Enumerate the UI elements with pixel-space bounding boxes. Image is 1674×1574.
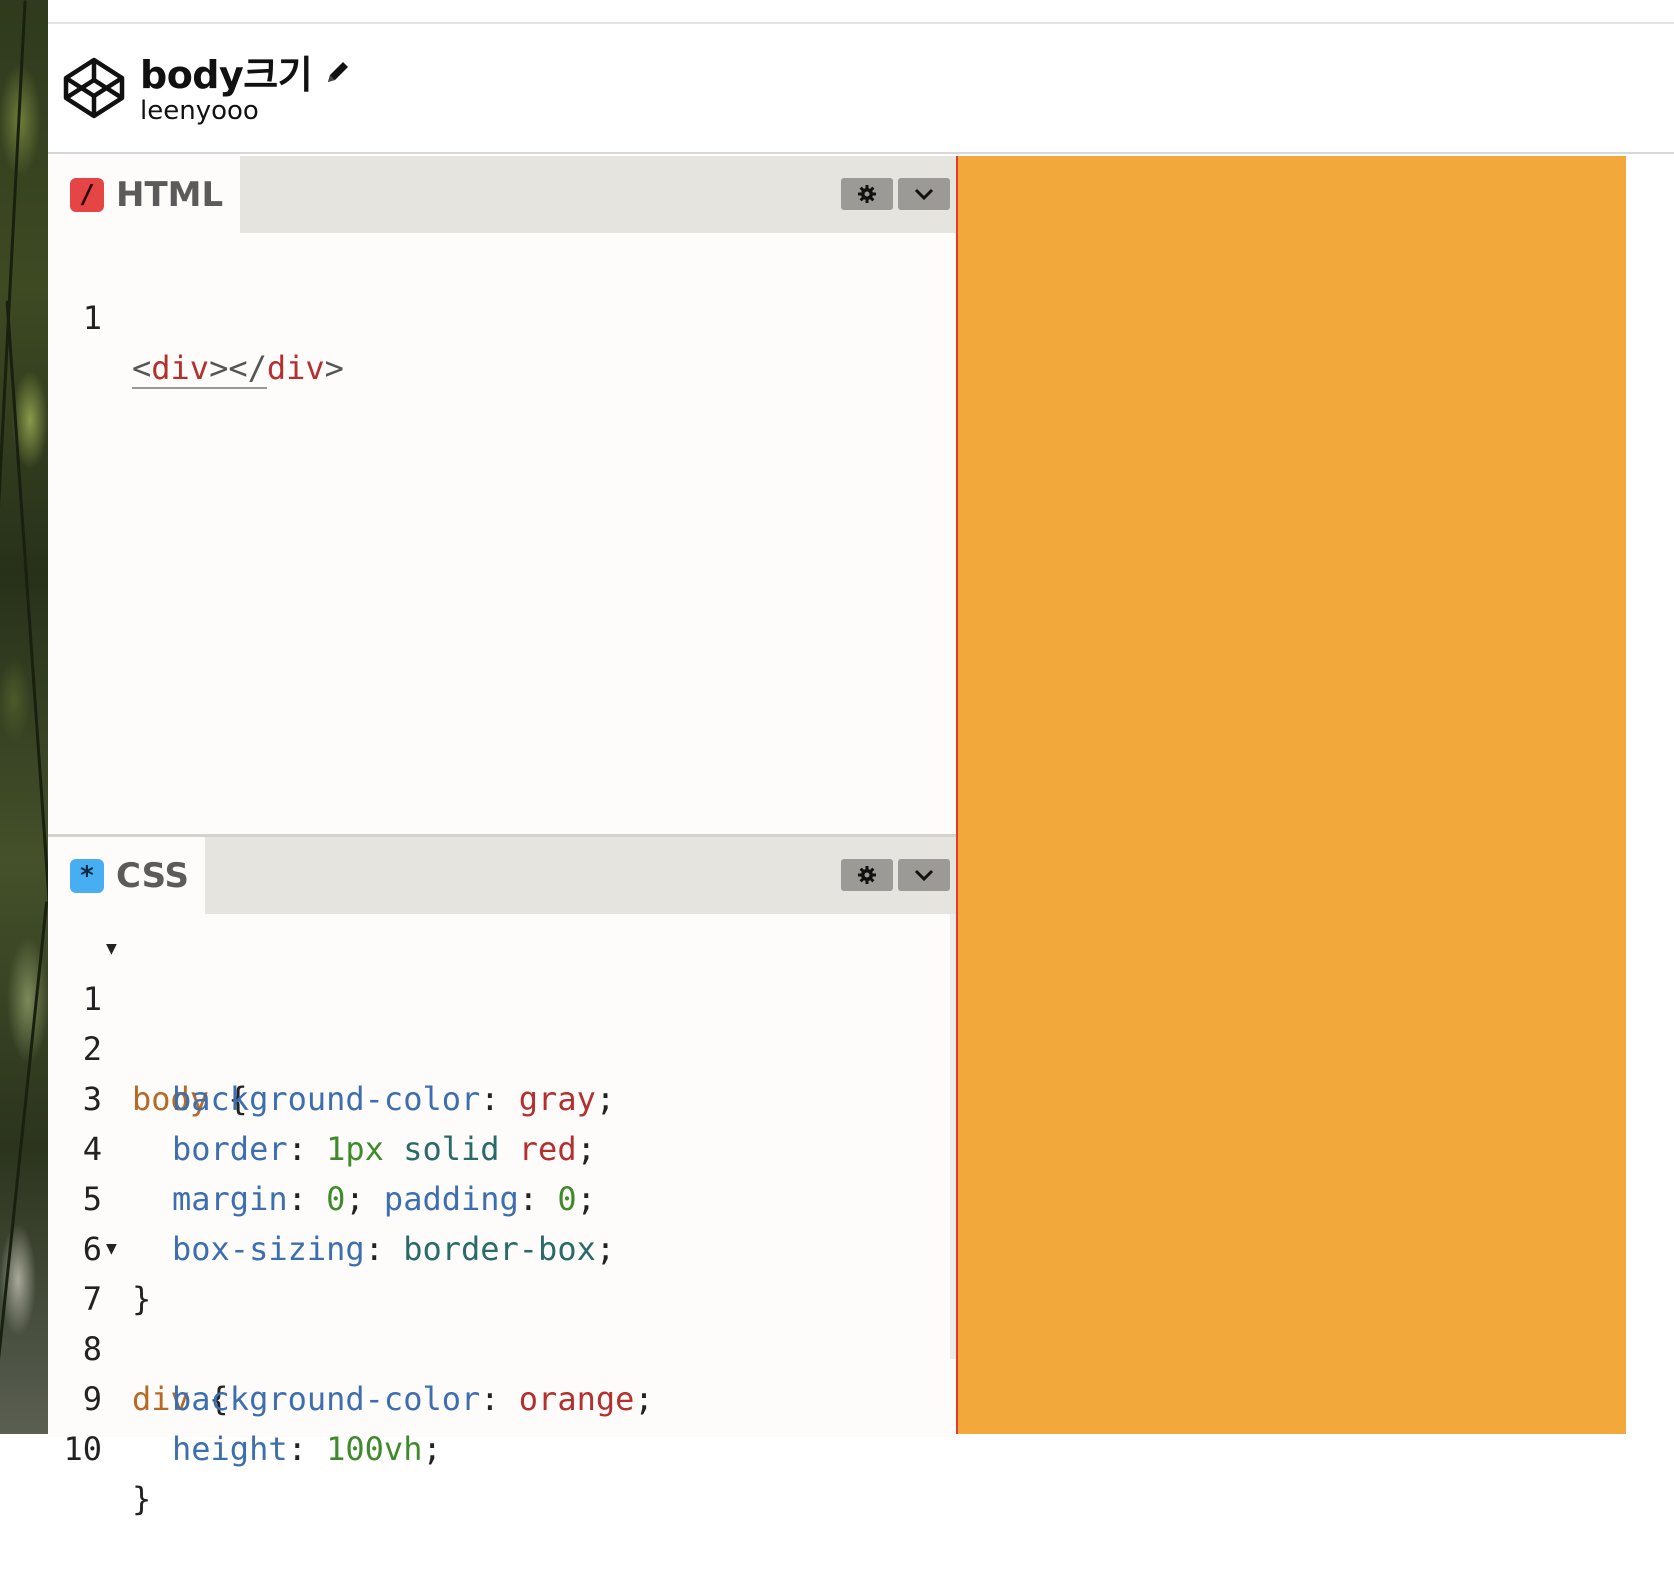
code-line: 6 }: [48, 1174, 948, 1318]
html-tab[interactable]: / HTML: [48, 156, 240, 233]
css-tab[interactable]: * CSS: [48, 837, 205, 914]
asterisk-icon: *: [70, 858, 104, 893]
result-preview[interactable]: [956, 156, 1626, 1434]
code-text: }: [132, 1480, 152, 1518]
gear-icon: [858, 866, 876, 884]
css-settings-button[interactable]: [841, 859, 893, 891]
css-tab-label: CSS: [116, 855, 190, 896]
line-number: 10: [63, 1430, 102, 1468]
css-code-area[interactable]: 1 ▼ body { 2 background-color: gray; 3 b…: [48, 914, 970, 1518]
code-line: 8 background-color: orange;: [48, 1274, 948, 1418]
code-line: 7 ▼ div {: [48, 1224, 948, 1418]
desktop-background: [0, 0, 58, 1434]
html-collapse-button[interactable]: [898, 178, 950, 210]
slash-icon: /: [70, 177, 104, 212]
pen-title[interactable]: body크기: [140, 44, 313, 99]
html-tab-label: HTML: [116, 174, 224, 215]
code-text: <div></div>: [132, 349, 344, 389]
code-line: 1 <div></div>: [48, 243, 948, 389]
html-code-area[interactable]: 1 <div></div>: [48, 233, 970, 834]
html-settings-button[interactable]: [841, 178, 893, 210]
title-row: body크기: [140, 44, 352, 99]
codepen-logo-icon[interactable]: [62, 56, 126, 120]
code-line: 4 margin: 0; padding: 0;: [48, 1074, 948, 1218]
pen-header: body크기 leenyooo: [48, 24, 1674, 154]
chevron-down-icon: [914, 869, 934, 882]
code-line: 10 }: [48, 1374, 948, 1518]
pen-author[interactable]: leenyooo: [140, 96, 259, 126]
code-line: 1 ▼ body {: [48, 924, 948, 1118]
css-collapse-button[interactable]: [898, 859, 950, 891]
code-line: 9 height: 100vh;: [48, 1324, 948, 1468]
gear-icon: [858, 185, 876, 203]
css-editor-panel: * CSS 1 ▼ body {2 background-color: gra…: [48, 834, 970, 1518]
chevron-down-icon: [914, 188, 934, 201]
code-line: 3 border: 1px solid red;: [48, 1024, 948, 1168]
fold-arrow-icon[interactable]: ▼: [106, 1224, 128, 1274]
code-line: 5 box-sizing: border-box;: [48, 1124, 948, 1268]
line-number: 1: [82, 299, 102, 337]
code-line: 2 background-color: gray;: [48, 974, 948, 1118]
editor-column: / HTML 1 <div></div> * CSS 1 ▼ body {2 …: [48, 156, 970, 1518]
fold-arrow-icon[interactable]: ▼: [106, 924, 128, 974]
pencil-icon[interactable]: [324, 58, 352, 86]
html-editor-panel: / HTML 1 <div></div>: [48, 156, 970, 834]
top-bar: [48, 0, 1674, 24]
